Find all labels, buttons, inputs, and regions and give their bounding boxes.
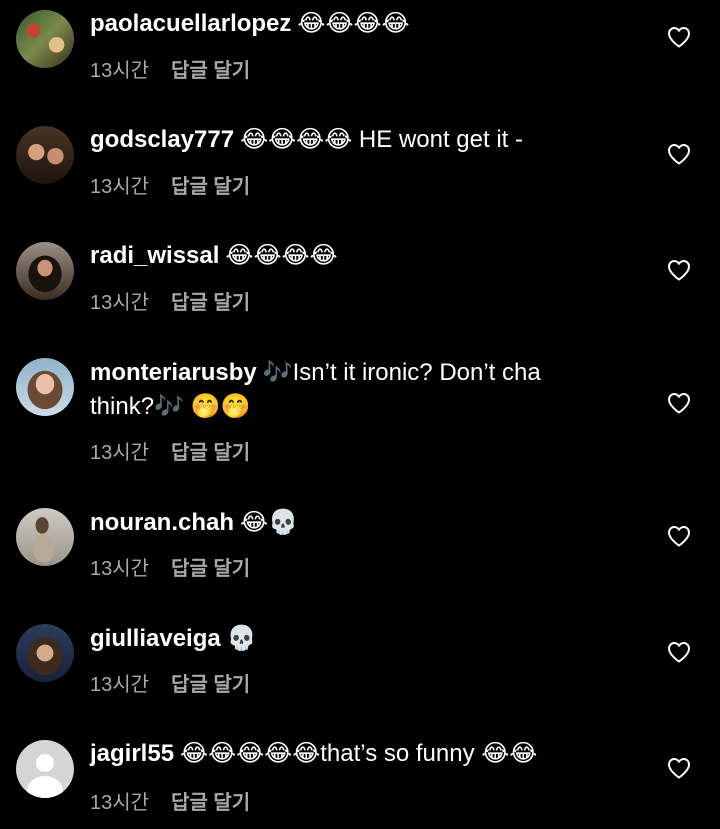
timestamp: 13시간 — [90, 292, 150, 314]
comment-text: 😂😂😂😂😂that’s so funny 😂😂 — [180, 740, 538, 767]
avatar[interactable] — [16, 358, 74, 416]
heart-icon[interactable] — [667, 259, 691, 281]
avatar[interactable] — [16, 242, 74, 300]
username[interactable]: paolacuellarlopez — [90, 10, 291, 37]
username[interactable]: giulliaveiga — [90, 625, 221, 652]
username[interactable]: monteriarusby — [90, 359, 257, 386]
username[interactable]: radi_wissal — [90, 242, 219, 269]
avatar[interactable] — [16, 624, 74, 682]
reply-button[interactable]: 답글 달기 — [171, 60, 250, 82]
timestamp: 13시간 — [90, 60, 150, 82]
comment-text: 😂😂😂😂 HE wont get it - — [240, 126, 523, 153]
timestamp: 13시간 — [90, 558, 150, 580]
heart-icon[interactable] — [667, 641, 691, 663]
username[interactable]: godsclay777 — [90, 126, 234, 153]
heart-icon[interactable] — [667, 392, 691, 414]
reply-button[interactable]: 답글 달기 — [171, 176, 250, 198]
reply-button[interactable]: 답글 달기 — [171, 558, 250, 580]
reply-button[interactable]: 답글 달기 — [171, 442, 250, 464]
reply-button[interactable]: 답글 달기 — [171, 292, 250, 314]
avatar[interactable] — [16, 10, 74, 68]
default-user-icon — [27, 776, 63, 798]
avatar[interactable] — [16, 740, 74, 798]
comment-text: 😂💀 — [240, 509, 298, 536]
heart-icon[interactable] — [667, 757, 691, 779]
avatar[interactable] — [16, 508, 74, 566]
reply-button[interactable]: 답글 달기 — [171, 674, 250, 696]
timestamp: 13시간 — [90, 176, 150, 198]
timestamp: 13시간 — [90, 792, 150, 814]
avatar[interactable] — [16, 126, 74, 184]
default-user-icon — [36, 754, 54, 772]
comment-text: 😂😂😂😂 — [225, 242, 338, 269]
timestamp: 13시간 — [90, 442, 150, 464]
heart-icon[interactable] — [667, 525, 691, 547]
comment-text: 😂😂😂😂 — [297, 10, 410, 37]
comment-text: 💀 — [226, 625, 257, 652]
reply-button[interactable]: 답글 달기 — [171, 792, 250, 814]
username[interactable]: jagirl55 — [90, 740, 174, 767]
heart-icon[interactable] — [667, 26, 691, 48]
username[interactable]: nouran.chah — [90, 509, 234, 536]
timestamp: 13시간 — [90, 674, 150, 696]
heart-icon[interactable] — [667, 143, 691, 165]
